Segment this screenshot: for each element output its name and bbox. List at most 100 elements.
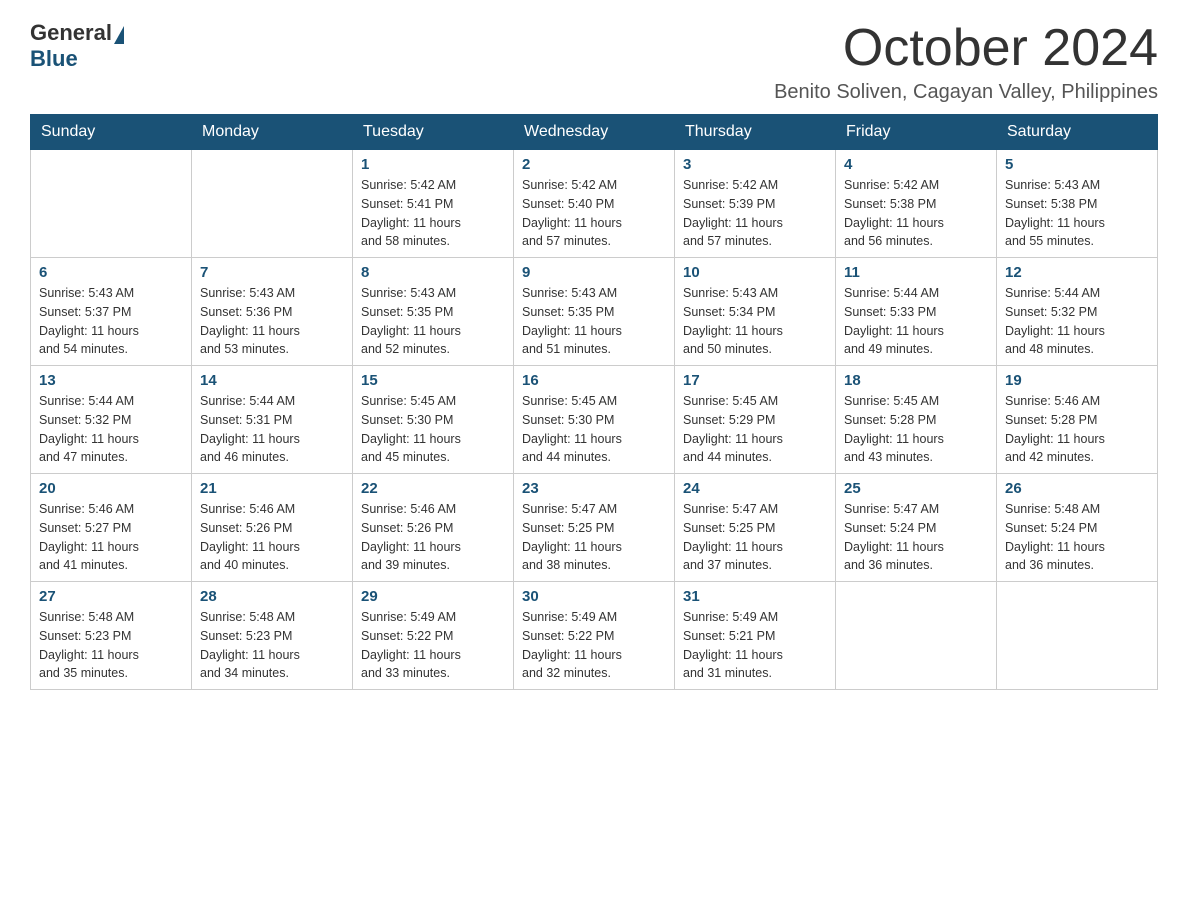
calendar-cell: 26Sunrise: 5:48 AM Sunset: 5:24 PM Dayli… <box>997 474 1158 582</box>
logo-general-text: General <box>30 20 112 46</box>
calendar-cell: 27 Sunrise: 5:48 AM Sunset: 5:23 PM Dayli… <box>31 582 192 690</box>
day-info: Sunrise: 5:46 AM Sunset: 5:27 PM Dayligh… <box>39 500 183 575</box>
day-info: Sunrise: 5:43 AM Sunset: 5:34 PM Dayligh… <box>683 284 827 359</box>
day-info: Sunrise: 5:47 AM Sunset: 5:25 PM Dayligh… <box>683 500 827 575</box>
calendar-cell <box>192 150 353 258</box>
day-info: Sunrise: 5:45 AM Sunset: 5:29 PM Dayligh… <box>683 392 827 467</box>
day-info: Sunrise: 5:45 AM Sunset: 5:28 PM Dayligh… <box>844 392 988 467</box>
day-number: 8 <box>361 264 505 281</box>
calendar-cell: 16 Sunrise: 5:45 AM Sunset: 5:30 PM Dayli… <box>514 366 675 474</box>
page-header: General Blue October 2024 Benito Soliven… <box>30 20 1158 104</box>
day-number: 3 <box>683 156 827 173</box>
day-number: 28 <box>200 588 344 605</box>
day-number: 23 <box>522 480 666 497</box>
calendar-cell: 22 Sunrise: 5:46 AM Sunset: 5:26 PM Dayli… <box>353 474 514 582</box>
day-number: 12 <box>1005 264 1149 281</box>
day-info: Sunrise: 5:46 AM Sunset: 5:28 PM Dayligh… <box>1005 392 1149 467</box>
day-info: Sunrise: 5:48 AM Sunset: 5:23 PM Dayligh… <box>200 608 344 683</box>
day-number: 14 <box>200 372 344 389</box>
day-number: 29 <box>361 588 505 605</box>
calendar-cell: 25Sunrise: 5:47 AM Sunset: 5:24 PM Dayli… <box>836 474 997 582</box>
day-number: 16 <box>522 372 666 389</box>
month-title: October 2024 <box>774 20 1158 77</box>
calendar-week-row: 1 Sunrise: 5:42 AM Sunset: 5:41 PM Daylig… <box>31 150 1158 258</box>
weekday-header-wednesday: Wednesday <box>514 115 675 150</box>
day-number: 9 <box>522 264 666 281</box>
day-number: 13 <box>39 372 183 389</box>
calendar-cell: 29 Sunrise: 5:49 AM Sunset: 5:22 PM Dayli… <box>353 582 514 690</box>
calendar-cell: 13 Sunrise: 5:44 AM Sunset: 5:32 PM Dayli… <box>31 366 192 474</box>
calendar-cell: 12 Sunrise: 5:44 AM Sunset: 5:32 PM Dayli… <box>997 258 1158 366</box>
day-number: 21 <box>200 480 344 497</box>
day-info: Sunrise: 5:45 AM Sunset: 5:30 PM Dayligh… <box>361 392 505 467</box>
day-info: Sunrise: 5:42 AM Sunset: 5:38 PM Dayligh… <box>844 176 988 251</box>
weekday-header-tuesday: Tuesday <box>353 115 514 150</box>
day-info: Sunrise: 5:44 AM Sunset: 5:32 PM Dayligh… <box>1005 284 1149 359</box>
day-info: Sunrise: 5:44 AM Sunset: 5:33 PM Dayligh… <box>844 284 988 359</box>
day-number: 2 <box>522 156 666 173</box>
day-info: Sunrise: 5:42 AM Sunset: 5:40 PM Dayligh… <box>522 176 666 251</box>
day-info: Sunrise: 5:42 AM Sunset: 5:41 PM Dayligh… <box>361 176 505 251</box>
logo-blue-text: Blue <box>30 46 78 72</box>
weekday-header-monday: Monday <box>192 115 353 150</box>
calendar-cell: 18 Sunrise: 5:45 AM Sunset: 5:28 PM Dayli… <box>836 366 997 474</box>
day-number: 1 <box>361 156 505 173</box>
day-number: 22 <box>361 480 505 497</box>
calendar-cell: 8Sunrise: 5:43 AM Sunset: 5:35 PM Daylig… <box>353 258 514 366</box>
day-info: Sunrise: 5:49 AM Sunset: 5:22 PM Dayligh… <box>522 608 666 683</box>
day-info: Sunrise: 5:44 AM Sunset: 5:32 PM Dayligh… <box>39 392 183 467</box>
calendar-cell: 10 Sunrise: 5:43 AM Sunset: 5:34 PM Dayli… <box>675 258 836 366</box>
logo-triangle-icon <box>114 26 124 44</box>
day-info: Sunrise: 5:43 AM Sunset: 5:36 PM Dayligh… <box>200 284 344 359</box>
logo: General Blue <box>30 20 124 72</box>
calendar-cell: 14 Sunrise: 5:44 AM Sunset: 5:31 PM Dayli… <box>192 366 353 474</box>
day-number: 15 <box>361 372 505 389</box>
calendar-cell: 3 Sunrise: 5:42 AM Sunset: 5:39 PM Daylig… <box>675 150 836 258</box>
day-number: 4 <box>844 156 988 173</box>
day-number: 19 <box>1005 372 1149 389</box>
day-number: 11 <box>844 264 988 281</box>
day-number: 17 <box>683 372 827 389</box>
day-info: Sunrise: 5:46 AM Sunset: 5:26 PM Dayligh… <box>361 500 505 575</box>
calendar-cell: 20 Sunrise: 5:46 AM Sunset: 5:27 PM Dayli… <box>31 474 192 582</box>
calendar-cell: 4 Sunrise: 5:42 AM Sunset: 5:38 PM Daylig… <box>836 150 997 258</box>
weekday-header-sunday: Sunday <box>31 115 192 150</box>
calendar-cell: 28 Sunrise: 5:48 AM Sunset: 5:23 PM Dayli… <box>192 582 353 690</box>
calendar-week-row: 6Sunrise: 5:43 AM Sunset: 5:37 PM Daylig… <box>31 258 1158 366</box>
day-number: 5 <box>1005 156 1149 173</box>
day-info: Sunrise: 5:47 AM Sunset: 5:25 PM Dayligh… <box>522 500 666 575</box>
calendar-cell: 5Sunrise: 5:43 AM Sunset: 5:38 PM Daylig… <box>997 150 1158 258</box>
day-number: 26 <box>1005 480 1149 497</box>
day-number: 27 <box>39 588 183 605</box>
weekday-header-friday: Friday <box>836 115 997 150</box>
day-info: Sunrise: 5:44 AM Sunset: 5:31 PM Dayligh… <box>200 392 344 467</box>
calendar-cell: 23 Sunrise: 5:47 AM Sunset: 5:25 PM Dayli… <box>514 474 675 582</box>
calendar-cell: 1 Sunrise: 5:42 AM Sunset: 5:41 PM Daylig… <box>353 150 514 258</box>
day-info: Sunrise: 5:45 AM Sunset: 5:30 PM Dayligh… <box>522 392 666 467</box>
calendar-cell: 2 Sunrise: 5:42 AM Sunset: 5:40 PM Daylig… <box>514 150 675 258</box>
calendar-cell <box>997 582 1158 690</box>
day-info: Sunrise: 5:48 AM Sunset: 5:23 PM Dayligh… <box>39 608 183 683</box>
day-number: 7 <box>200 264 344 281</box>
day-number: 10 <box>683 264 827 281</box>
day-info: Sunrise: 5:42 AM Sunset: 5:39 PM Dayligh… <box>683 176 827 251</box>
day-info: Sunrise: 5:49 AM Sunset: 5:22 PM Dayligh… <box>361 608 505 683</box>
weekday-header-saturday: Saturday <box>997 115 1158 150</box>
weekday-header-thursday: Thursday <box>675 115 836 150</box>
calendar-week-row: 20 Sunrise: 5:46 AM Sunset: 5:27 PM Dayli… <box>31 474 1158 582</box>
day-number: 18 <box>844 372 988 389</box>
calendar-cell: 24Sunrise: 5:47 AM Sunset: 5:25 PM Dayli… <box>675 474 836 582</box>
calendar-cell: 15 Sunrise: 5:45 AM Sunset: 5:30 PM Dayli… <box>353 366 514 474</box>
day-number: 20 <box>39 480 183 497</box>
calendar-week-row: 27 Sunrise: 5:48 AM Sunset: 5:23 PM Dayli… <box>31 582 1158 690</box>
day-number: 31 <box>683 588 827 605</box>
day-info: Sunrise: 5:49 AM Sunset: 5:21 PM Dayligh… <box>683 608 827 683</box>
calendar-table: SundayMondayTuesdayWednesdayThursdayFrid… <box>30 114 1158 690</box>
calendar-cell: 21 Sunrise: 5:46 AM Sunset: 5:26 PM Dayli… <box>192 474 353 582</box>
day-info: Sunrise: 5:46 AM Sunset: 5:26 PM Dayligh… <box>200 500 344 575</box>
day-number: 25 <box>844 480 988 497</box>
calendar-cell: 17 Sunrise: 5:45 AM Sunset: 5:29 PM Dayli… <box>675 366 836 474</box>
calendar-cell <box>31 150 192 258</box>
calendar-cell: 19 Sunrise: 5:46 AM Sunset: 5:28 PM Dayli… <box>997 366 1158 474</box>
calendar-cell: 9Sunrise: 5:43 AM Sunset: 5:35 PM Daylig… <box>514 258 675 366</box>
